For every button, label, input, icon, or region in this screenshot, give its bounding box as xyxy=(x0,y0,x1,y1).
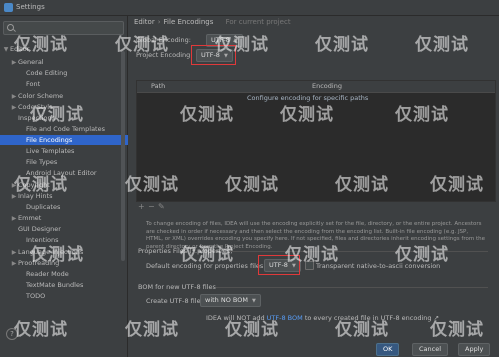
search-input[interactable] xyxy=(3,21,124,35)
sidebar-item-label: Intentions xyxy=(26,236,59,244)
chevron-down-icon[interactable]: ▼ xyxy=(2,45,10,55)
sidebar-item[interactable]: TextMate Bundles xyxy=(0,280,145,290)
edit-icon[interactable]: ✎ xyxy=(158,202,165,211)
table-row: Configure encoding for specific paths xyxy=(137,93,495,103)
sidebar-scrollbar[interactable] xyxy=(121,51,125,261)
sidebar-item-label: Editor xyxy=(10,45,30,53)
window-title: Settings xyxy=(16,3,45,11)
default-props-label: Default encoding for properties files: xyxy=(146,262,266,270)
bom-section-title: BOM for new UTF-8 files xyxy=(138,283,216,291)
cancel-button[interactable]: Cancel xyxy=(412,343,449,356)
remove-icon[interactable]: − xyxy=(148,202,155,211)
properties-section-title: Properties Files (*.properties) xyxy=(138,247,233,255)
sidebar-item[interactable]: ▼ Editor xyxy=(0,44,129,54)
chevron-right-icon[interactable]: ▶ xyxy=(10,192,18,202)
chevron-right-icon[interactable]: ▶ xyxy=(10,214,18,224)
bom-note-prefix: IDEA will NOT add xyxy=(206,314,265,322)
sidebar-item-label: General xyxy=(18,58,44,66)
apply-button[interactable]: Apply xyxy=(458,343,491,356)
sidebar-item-label: Code Editing xyxy=(26,69,68,77)
sidebar-item[interactable]: ▶ Color Scheme xyxy=(0,91,137,101)
chevron-right-icon[interactable]: ▶ xyxy=(10,103,18,113)
ok-button[interactable]: OK xyxy=(376,343,400,356)
path-encoding-table[interactable]: Path Encoding Configure encoding for spe… xyxy=(136,80,496,202)
chevron-right-icon[interactable]: ▶ xyxy=(10,92,18,102)
sidebar-item-label: Live Templates xyxy=(26,147,75,155)
chevron-down-icon: ▼ xyxy=(233,38,238,44)
sidebar-item-label: Emmet xyxy=(18,214,42,222)
breadcrumb-separator: › xyxy=(157,18,161,26)
highlight-box xyxy=(191,45,236,65)
sidebar-item[interactable]: GUI Designer xyxy=(0,224,137,234)
sidebar-item-label: File and Code Templates xyxy=(26,125,105,133)
chevron-right-icon[interactable]: ▶ xyxy=(10,181,18,191)
sidebar-item-label: Language Injections xyxy=(18,248,84,256)
sidebar-item-label: Inlay Hints xyxy=(18,192,53,200)
sidebar-item[interactable]: ▶ Copyright xyxy=(0,180,137,190)
sidebar-item-label: Font xyxy=(26,80,41,88)
sidebar-item[interactable]: Inspections xyxy=(0,113,137,123)
chevron-right-icon[interactable]: ▶ xyxy=(10,259,18,269)
sidebar-item-label: GUI Designer xyxy=(18,225,61,233)
sidebar-item-label: TextMate Bundles xyxy=(26,281,84,289)
sidebar-item[interactable]: Reader Mode xyxy=(0,269,145,279)
title-bar: Settings xyxy=(0,0,499,16)
breadcrumb-parent[interactable]: Editor xyxy=(134,18,155,26)
sidebar-item-label: Duplicates xyxy=(26,203,61,211)
help-icon[interactable]: ? xyxy=(6,328,18,340)
sidebar-item-label: File Encodings xyxy=(26,136,73,144)
table-empty-text: Configure encoding for specific paths xyxy=(247,94,369,102)
sidebar-item[interactable]: ▶ Emmet xyxy=(0,213,137,223)
add-icon[interactable]: + xyxy=(138,202,145,211)
chevron-right-icon[interactable]: ▶ xyxy=(10,248,18,258)
project-encoding-label: Project Encoding: xyxy=(136,51,193,59)
breadcrumb: Editor › File Encodings For current projec… xyxy=(134,18,291,26)
sidebar-item[interactable]: ▶ Language Injections xyxy=(0,247,137,257)
app-icon xyxy=(4,3,13,12)
sidebar-item-label: File Types xyxy=(26,158,58,166)
bom-note-suffix: to every created file in UTF-8 encoding … xyxy=(304,314,440,322)
transparent-label: Transparent native-to-ascii conversion xyxy=(316,262,441,270)
create-bom-combo[interactable]: with NO BOM ▼ xyxy=(200,294,261,307)
sidebar-item-label: Color Scheme xyxy=(18,92,64,100)
breadcrumb-current: File Encodings xyxy=(163,18,214,26)
sidebar-item-label: Copyright xyxy=(18,181,50,189)
sidebar-item[interactable]: ▶ Proofreading xyxy=(0,258,137,268)
table-header: Path Encoding xyxy=(137,81,495,93)
main-panel: Editor › File Encodings For current projec… xyxy=(128,16,499,357)
sidebar-item[interactable]: ▶ Code Style xyxy=(0,102,137,112)
global-encoding-value: UTF-8 xyxy=(211,36,230,44)
highlight-box xyxy=(258,255,300,275)
column-encoding[interactable]: Encoding xyxy=(312,82,342,90)
transparent-checkbox[interactable] xyxy=(305,261,314,270)
divider xyxy=(216,287,488,288)
sidebar-item-label: Reader Mode xyxy=(26,270,69,278)
sidebar-item-label: Inspections xyxy=(18,114,55,122)
create-bom-label: Create UTF-8 files: xyxy=(146,297,207,305)
bom-link[interactable]: UTF-8 BOM xyxy=(267,314,303,322)
global-encoding-label: Global Encoding: xyxy=(136,36,191,44)
sidebar-item-label: Android Layout Editor xyxy=(26,169,97,177)
create-bom-value: with NO BOM xyxy=(205,296,248,304)
sidebar-item[interactable]: TODO xyxy=(0,291,145,301)
sidebar-item-label: Code Style xyxy=(18,103,54,111)
settings-sidebar: ▼ Editor ▶ General Code Editing Font ▶ Color Sc… xyxy=(0,16,145,357)
divider xyxy=(228,251,488,252)
sidebar-item[interactable]: ▶ General xyxy=(0,57,137,67)
sidebar-item-label: Proofreading xyxy=(18,259,60,267)
bom-note: IDEA will NOT add UTF-8 BOM to every cre… xyxy=(206,314,439,322)
chevron-right-icon[interactable]: ▶ xyxy=(10,58,18,68)
search-icon xyxy=(7,24,14,31)
sidebar-item[interactable]: ▶ Inlay Hints xyxy=(0,191,137,201)
column-path[interactable]: Path xyxy=(151,82,165,90)
scope-hint: For current project xyxy=(225,18,291,26)
chevron-down-icon: ▼ xyxy=(251,298,256,304)
sidebar-item-label: TODO xyxy=(26,292,46,300)
